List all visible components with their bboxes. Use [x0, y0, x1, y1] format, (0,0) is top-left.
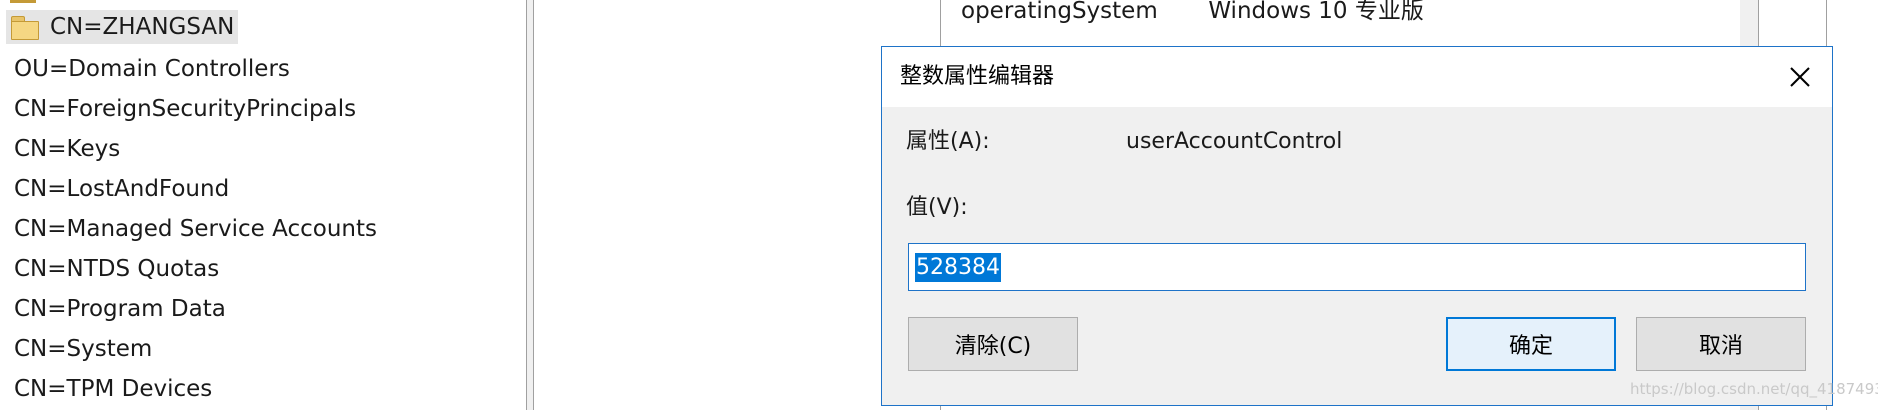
- tree-item-tpm-devices[interactable]: CN=TPM Devices: [14, 372, 212, 406]
- attribute-row-value: Windows 10 专业版: [1208, 0, 1424, 24]
- dialog-title: 整数属性编辑器: [900, 64, 1055, 89]
- folder-icon-partial: [10, 0, 36, 3]
- integer-attribute-editor-dialog: 整数属性编辑器 属性(A): userAccountControl 值(V): …: [881, 46, 1833, 406]
- tree-item-ntds-quotas[interactable]: CN=NTDS Quotas: [14, 252, 219, 286]
- dialog-titlebar[interactable]: 整数属性编辑器: [882, 47, 1832, 107]
- clear-button[interactable]: 清除(C): [908, 317, 1078, 371]
- close-button[interactable]: [1778, 55, 1822, 99]
- tree-item-foreign-security-principals[interactable]: CN=ForeignSecurityPrincipals: [14, 92, 356, 126]
- cancel-button[interactable]: 取消: [1636, 317, 1806, 371]
- tree-pane: CN=ZHANGSAN OU=Domain Controllers CN=For…: [0, 0, 526, 410]
- tree-item-lost-and-found[interactable]: CN=LostAndFound: [14, 172, 229, 206]
- tree-item-domain-controllers[interactable]: OU=Domain Controllers: [14, 52, 290, 86]
- attribute-name-value: userAccountControl: [1126, 129, 1343, 154]
- close-icon: [1790, 67, 1810, 87]
- tree-item-managed-service-accounts[interactable]: CN=Managed Service Accounts: [14, 212, 377, 246]
- watermark: https://blog.csdn.net/qq_41874930: [1630, 380, 1878, 398]
- tree-item-zhangsan[interactable]: CN=ZHANGSAN: [6, 10, 239, 44]
- attribute-row-name: operatingSystem: [961, 0, 1158, 24]
- pane-splitter[interactable]: [526, 0, 534, 410]
- folder-icon: [10, 15, 40, 40]
- value-label: 值(V):: [906, 195, 968, 220]
- attribute-label: 属性(A):: [906, 129, 990, 154]
- right-pane: [1826, 0, 1878, 410]
- value-input[interactable]: 528384: [908, 243, 1806, 291]
- tree-item-keys[interactable]: CN=Keys: [14, 132, 120, 166]
- tree-item-label: CN=ZHANGSAN: [50, 14, 235, 40]
- attribute-row[interactable]: operatingSystem Windows 10 专业版: [961, 0, 1424, 24]
- tree-item-program-data[interactable]: CN=Program Data: [14, 292, 226, 326]
- value-input-text: 528384: [915, 252, 1001, 282]
- tree-item-system[interactable]: CN=System: [14, 332, 152, 366]
- ok-button[interactable]: 确定: [1446, 317, 1616, 371]
